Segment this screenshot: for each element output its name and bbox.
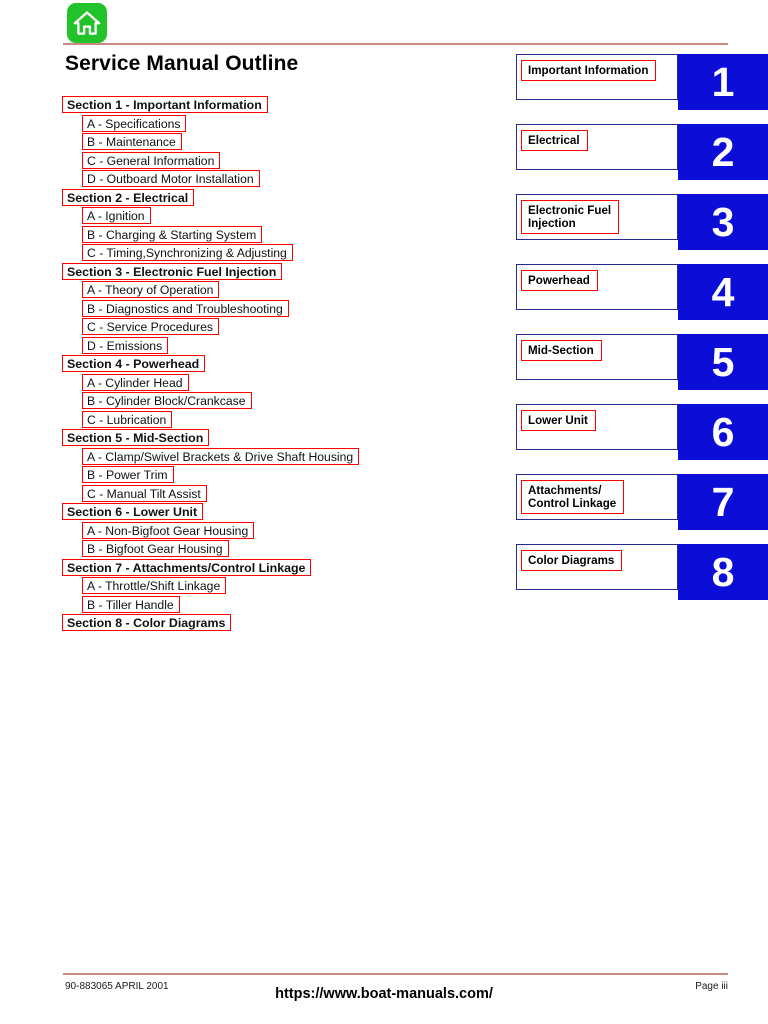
outline-subsection-link[interactable]: C - General Information — [82, 151, 221, 169]
outline-subsection-row: C - General Information — [0, 151, 470, 171]
outline-subsection-link[interactable]: C - Manual Tilt Assist — [82, 484, 207, 502]
section-tab[interactable]: Mid-Section 5 — [516, 334, 768, 390]
section-tab-number[interactable]: 3 — [678, 194, 768, 250]
section-tab-panel[interactable]: Color Diagrams — [516, 544, 678, 590]
section-tab-number[interactable]: 4 — [678, 264, 768, 320]
outline-section-link[interactable]: Section 2 - Electrical — [62, 188, 195, 206]
section-tab-number[interactable]: 7 — [678, 474, 768, 530]
section-tab[interactable]: Powerhead 4 — [516, 264, 768, 320]
section-tab[interactable]: Attachments/ Control Linkage 7 — [516, 474, 768, 530]
section-tab-panel[interactable]: Mid-Section — [516, 334, 678, 380]
outline-subsection-row: B - Cylinder Block/Crankcase — [0, 392, 470, 411]
outline-section-link[interactable]: Section 5 - Mid-Section — [62, 429, 210, 446]
service-manual-outline: Section 1 - Important Information A - Spe… — [0, 96, 470, 633]
outline-subsection-link[interactable]: A - Cylinder Head — [82, 373, 189, 391]
outline-section-row: Section 7 - Attachments/Control Linkage — [0, 558, 470, 578]
section-tab-label[interactable]: Powerhead — [521, 270, 598, 291]
section-tab[interactable]: Electronic Fuel Injection 3 — [516, 194, 768, 250]
section-tab-label[interactable]: Lower Unit — [521, 410, 596, 431]
outline-subsection-row: B - Diagnostics and Troubleshooting — [0, 299, 470, 319]
home-icon[interactable] — [67, 3, 107, 43]
outline-section-row: Section 2 - Electrical — [0, 188, 470, 208]
outline-section-row: Section 3 - Electronic Fuel Injection — [0, 262, 470, 282]
outline-subsection-link[interactable]: A - Clamp/Swivel Brackets & Drive Shaft … — [82, 447, 360, 465]
outline-subsection-row: A - Ignition — [0, 207, 470, 226]
outline-section-link[interactable]: Section 7 - Attachments/Control Linkage — [62, 558, 312, 576]
footer-divider — [63, 973, 728, 975]
outline-subsection-link[interactable]: D - Outboard Motor Installation — [82, 170, 260, 187]
outline-subsection-row: D - Emissions — [0, 336, 470, 356]
section-tab-label[interactable]: Electronic Fuel Injection — [521, 200, 620, 234]
outline-subsection-link[interactable]: B - Diagnostics and Troubleshooting — [82, 299, 289, 317]
outline-subsection-row: B - Power Trim — [0, 466, 470, 485]
outline-subsection-row: C - Lubrication — [0, 410, 470, 430]
header-divider — [63, 43, 728, 45]
section-tab-panel[interactable]: Powerhead — [516, 264, 678, 310]
outline-subsection-link[interactable]: B - Tiller Handle — [82, 595, 180, 613]
footer-page-number: Page iii — [695, 981, 728, 992]
outline-subsection-row: A - Specifications — [0, 114, 470, 134]
footer-url[interactable]: https://www.boat-manuals.com/ — [0, 986, 768, 1002]
outline-subsection-link[interactable]: B - Cylinder Block/Crankcase — [82, 392, 252, 409]
outline-subsection-row: C - Timing,Synchronizing & Adjusting — [0, 244, 470, 263]
section-tab-number[interactable]: 6 — [678, 404, 768, 460]
outline-subsection-row: B - Charging & Starting System — [0, 225, 470, 245]
section-tab[interactable]: Lower Unit 6 — [516, 404, 768, 460]
section-tab[interactable]: Color Diagrams 8 — [516, 544, 768, 600]
outline-section-link[interactable]: Section 3 - Electronic Fuel Injection — [62, 262, 283, 280]
section-tab-number[interactable]: 1 — [678, 54, 768, 110]
outline-subsection-row: C - Service Procedures — [0, 318, 470, 337]
outline-section-row: Section 4 - Powerhead — [0, 355, 470, 374]
section-tab[interactable]: Important Information 1 — [516, 54, 768, 110]
outline-section-row: Section 6 - Lower Unit — [0, 503, 470, 522]
outline-section-link[interactable]: Section 4 - Powerhead — [62, 355, 206, 372]
section-tab-label[interactable]: Mid-Section — [521, 340, 602, 361]
outline-subsection-link[interactable]: A - Specifications — [82, 114, 187, 132]
outline-subsection-row: B - Bigfoot Gear Housing — [0, 540, 470, 559]
outline-subsection-link[interactable]: B - Bigfoot Gear Housing — [82, 540, 229, 557]
section-tab-panel[interactable]: Lower Unit — [516, 404, 678, 450]
outline-subsection-row: C - Manual Tilt Assist — [0, 484, 470, 504]
section-tab-number[interactable]: 8 — [678, 544, 768, 600]
section-tab-panel[interactable]: Attachments/ Control Linkage — [516, 474, 678, 520]
section-tab-panel[interactable]: Electronic Fuel Injection — [516, 194, 678, 240]
outline-subsection-link[interactable]: C - Service Procedures — [82, 318, 219, 335]
section-tab[interactable]: Electrical 2 — [516, 124, 768, 180]
outline-subsection-link[interactable]: C - Lubrication — [82, 410, 173, 428]
outline-section-row: Section 8 - Color Diagrams — [0, 614, 470, 633]
outline-subsection-row: A - Clamp/Swivel Brackets & Drive Shaft … — [0, 447, 470, 467]
outline-subsection-link[interactable]: B - Power Trim — [82, 466, 174, 483]
outline-subsection-row: B - Maintenance — [0, 133, 470, 152]
section-tab-label[interactable]: Color Diagrams — [521, 550, 623, 571]
outline-subsection-row: D - Outboard Motor Installation — [0, 170, 470, 189]
outline-subsection-link[interactable]: D - Emissions — [82, 336, 169, 354]
outline-subsection-link[interactable]: B - Charging & Starting System — [82, 225, 263, 243]
section-tab-number[interactable]: 5 — [678, 334, 768, 390]
outline-subsection-link[interactable]: C - Timing,Synchronizing & Adjusting — [82, 244, 293, 261]
outline-section-link[interactable]: Section 8 - Color Diagrams — [62, 614, 232, 631]
section-tab-panel[interactable]: Electrical — [516, 124, 678, 170]
outline-subsection-link[interactable]: A - Theory of Operation — [82, 281, 220, 298]
outline-subsection-link[interactable]: B - Maintenance — [82, 133, 182, 150]
section-tab-label[interactable]: Important Information — [521, 60, 657, 81]
page-title: Service Manual Outline — [65, 52, 299, 75]
section-tab-label[interactable]: Attachments/ Control Linkage — [521, 480, 625, 514]
outline-section-row: Section 1 - Important Information — [0, 96, 470, 115]
section-tab-label[interactable]: Electrical — [521, 130, 588, 151]
outline-subsection-row: A - Non-Bigfoot Gear Housing — [0, 521, 470, 541]
section-tab-number[interactable]: 2 — [678, 124, 768, 180]
outline-subsection-link[interactable]: A - Ignition — [82, 207, 151, 224]
outline-section-link[interactable]: Section 6 - Lower Unit — [62, 503, 204, 520]
outline-section-link[interactable]: Section 1 - Important Information — [62, 96, 268, 113]
outline-subsection-row: A - Cylinder Head — [0, 373, 470, 393]
outline-subsection-row: A - Theory of Operation — [0, 281, 470, 300]
outline-subsection-row: A - Throttle/Shift Linkage — [0, 577, 470, 596]
outline-subsection-row: B - Tiller Handle — [0, 595, 470, 615]
section-tab-panel[interactable]: Important Information — [516, 54, 678, 100]
outline-subsection-link[interactable]: A - Throttle/Shift Linkage — [82, 577, 227, 594]
outline-subsection-link[interactable]: A - Non-Bigfoot Gear Housing — [82, 521, 255, 539]
outline-section-row: Section 5 - Mid-Section — [0, 429, 470, 448]
